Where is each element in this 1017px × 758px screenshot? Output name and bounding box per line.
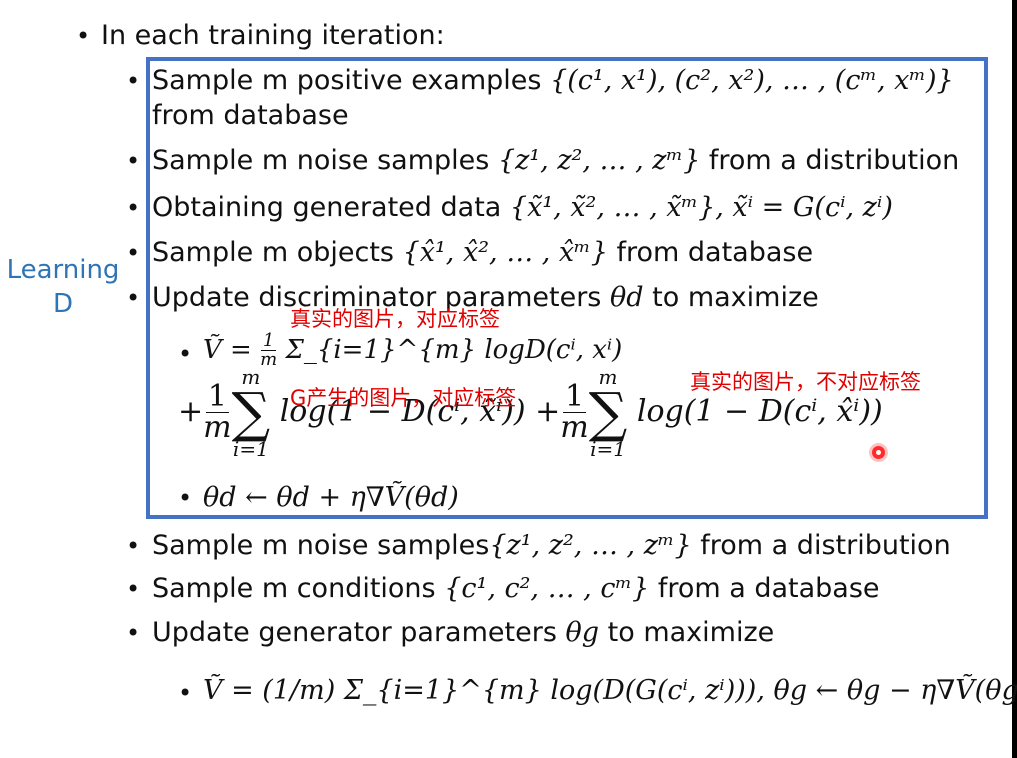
d-step4-text: Sample m objects (152, 237, 394, 268)
d-step-sample-positive: Sample m positive examples {(c¹, x¹), (c… (152, 65, 954, 97)
annotation-generated-matched: G产生的图片，对应标签 (290, 386, 517, 410)
d-update-rule: θd ← θd + η∇Ṽ(θd) (203, 482, 459, 513)
d-step5-tail: to maximize (652, 282, 819, 313)
window-edge (1012, 0, 1017, 758)
sum-operator: m ∑ i=1 (588, 364, 628, 461)
d-step5-param: θd (609, 282, 644, 313)
g-step3-param: θg (565, 617, 600, 648)
d-step3-math: {x̃¹, x̃², … , x̃ᵐ}, x̃ⁱ = G(cⁱ, zⁱ) (509, 192, 893, 223)
d-step-sample-objects: Sample m objects {x̂¹, x̂², … , x̂ᵐ} fro… (152, 237, 813, 269)
g-step-sample-conditions: Sample m conditions {c¹, c², … , cᵐ} fro… (152, 573, 880, 605)
d-step2-set: {z¹, z², … , zᵐ} (497, 145, 701, 176)
g-step-update-generator: Update generator parameters θg to maximi… (152, 617, 774, 649)
bullet: • (126, 284, 141, 312)
fraction-1-over-m: 1m (203, 379, 232, 445)
d-objective-lhs: Ṽ = (203, 335, 261, 365)
d-objective-term3: log(1 − D(cⁱ, x̂ⁱ)) (636, 394, 883, 429)
bullet: • (126, 67, 141, 95)
bullet: • (126, 532, 141, 560)
side-label-text: Learning D (6, 255, 120, 319)
g-objective: Ṽ = (1/m) Σ_{i=1}^{m} log(D(G(cⁱ, zⁱ))),… (203, 675, 1017, 706)
sum-operator: m ∑ i=1 (231, 364, 271, 461)
g-step1-set: {z¹, z², … , zᵐ} (489, 530, 692, 561)
top-bullet-text: In each training iteration: (101, 20, 445, 51)
d-step2-tail: from a distribution (708, 145, 960, 176)
g-step2-tail: from a database (657, 573, 880, 604)
cursor-dot (872, 446, 885, 459)
g-step2-set: {c¹, c², … , cᵐ} (444, 573, 650, 604)
g-step1-tail: from a distribution (700, 530, 951, 561)
bullet: • (126, 239, 141, 267)
d-step4-set: {x̂¹, x̂², … , x̂ᵐ} (402, 237, 608, 268)
d-step4-tail: from database (616, 237, 814, 268)
g-step-sample-noise: Sample m noise samples{z¹, z², … , zᵐ} f… (152, 530, 951, 562)
g-step2-text: Sample m conditions (152, 573, 436, 604)
d-step-sample-noise: Sample m noise samples {z¹, z², … , zᵐ} … (152, 145, 959, 177)
d-step-generated-data: Obtaining generated data {x̃¹, x̃², … , … (152, 192, 893, 224)
d-step3-text: Obtaining generated data (152, 192, 502, 223)
bullet: • (76, 22, 91, 50)
d-step1-set: {(c¹, x¹), (c², x²), … , (cᵐ, xᵐ)} (550, 65, 954, 96)
d-step1-text: Sample m positive examples (152, 65, 542, 96)
d-objective-term1: Σ_{i=1}^{m} logD(cⁱ, xⁱ) (285, 335, 623, 365)
g-step3-tail: to maximize (607, 617, 775, 648)
bullet: • (126, 194, 141, 222)
bullet: • (126, 619, 141, 647)
d-step2-text: Sample m noise samples (152, 145, 490, 176)
bullet: • (126, 147, 141, 175)
bullet: • (126, 575, 141, 603)
annotation-real-matched: 真实的图片，对应标签 (290, 307, 500, 331)
g-step3-text: Update generator parameters (152, 617, 557, 648)
g-step1-text: Sample m noise samples (152, 530, 490, 561)
fraction-1-over-m: 1m (560, 379, 589, 445)
bullet: • (178, 679, 193, 707)
d-step1-continuation: from database (152, 100, 349, 131)
bullet: • (178, 484, 193, 512)
side-label: Learning D (4, 253, 122, 321)
annotation-real-mismatched: 真实的图片，不对应标签 (690, 370, 921, 394)
